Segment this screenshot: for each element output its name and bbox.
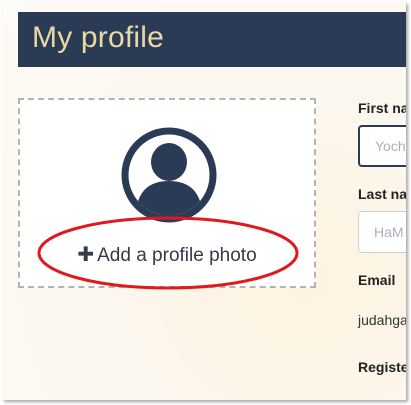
add-profile-photo-link[interactable]: ✚ Add a profile photo xyxy=(20,242,314,267)
email-value: judahga xyxy=(358,312,406,328)
profile-page: My profile ✚ Add a profile photo First na… xyxy=(2,2,406,400)
first-name-label: First na xyxy=(358,100,406,116)
registered-label: Registe xyxy=(358,359,406,375)
first-name-input[interactable] xyxy=(358,125,406,167)
page-title: My profile xyxy=(32,21,165,54)
page-header: My profile xyxy=(18,12,406,67)
profile-photo-dropzone[interactable]: ✚ Add a profile photo xyxy=(18,98,316,288)
user-circle-icon xyxy=(121,127,217,223)
plus-icon: ✚ xyxy=(77,244,95,266)
last-name-input[interactable] xyxy=(358,211,406,253)
add-photo-label: Add a profile photo xyxy=(97,245,257,266)
email-label: Email xyxy=(358,272,396,288)
last-name-label: Last nar xyxy=(358,186,406,202)
